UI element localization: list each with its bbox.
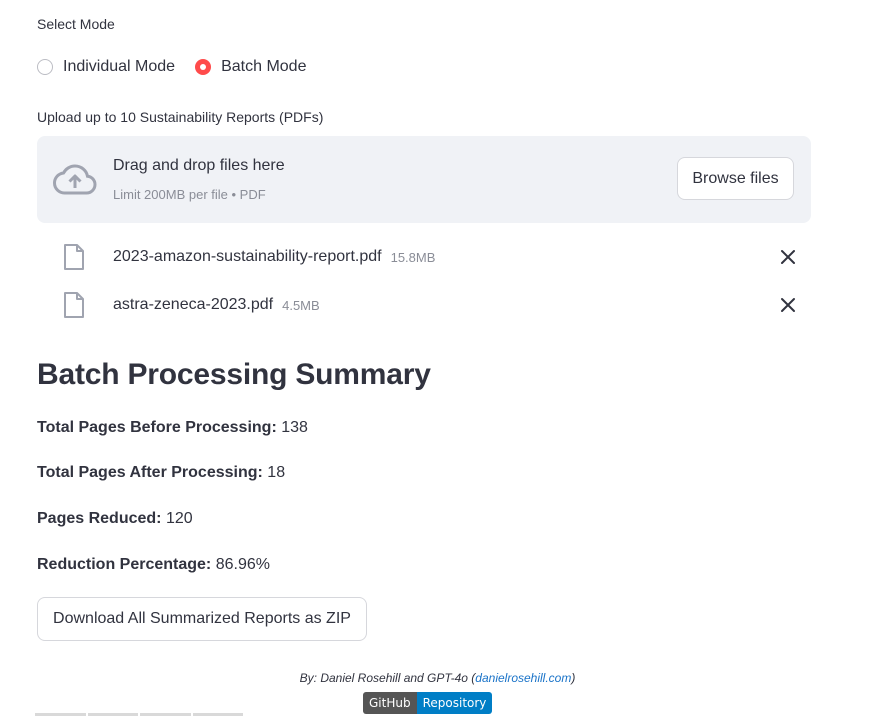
website-link[interactable]: danielrosehill.com [475,671,571,685]
uploaded-file-row: astra-zeneca-2023.pdf 4.5MB [62,290,798,320]
stat-value: 120 [165,510,193,527]
uploaded-file-row: 2023-amazon-sustainability-report.pdf 15… [62,242,798,272]
stat-reduction-percentage: Reduction Percentage: 86.96% [37,556,270,574]
radio-unselected-icon [37,59,53,75]
stat-label: Total Pages After Processing: [37,464,263,481]
file-icon [64,292,84,318]
radio-label: Individual Mode [63,58,176,75]
file-name: astra-zeneca-2023.pdf [113,296,274,313]
dropzone-limit: Limit 200MB per file • PDF [113,187,266,202]
stat-value: 18 [267,464,286,481]
file-size: 15.8MB [390,249,436,265]
radio-individual-mode[interactable]: Individual Mode [37,58,175,76]
stat-label: Reduction Percentage: [37,556,212,573]
file-dropzone[interactable]: Drag and drop files here Limit 200MB per… [37,136,811,223]
summary-heading: Batch Processing Summary [37,358,431,391]
remove-file-close-icon[interactable] [778,295,798,315]
stat-value: 86.96% [215,556,270,573]
cloud-upload-icon [53,164,97,195]
radio-selected-icon [195,59,212,75]
stat-label: Pages Reduced: [37,510,162,527]
file-name: 2023-amazon-sustainability-report.pdf [113,248,382,265]
mode-label: Select Mode [37,16,115,32]
stat-pages-before: Total Pages Before Processing: 138 [37,419,308,437]
stat-pages-reduced: Pages Reduced: 120 [37,510,193,528]
badge-right: Repository [416,692,493,714]
remove-file-close-icon[interactable] [778,247,798,267]
stat-value: 138 [281,419,308,436]
byline-close: ) [571,671,576,685]
badge-left: GitHub [363,692,417,714]
radio-batch-mode[interactable]: Batch Mode [195,58,306,76]
stat-label: Total Pages Before Processing: [37,419,277,436]
dropzone-title: Drag and drop files here [113,157,285,174]
footer-byline: By: Daniel Rosehill and GPT-4o (danielro… [0,671,875,685]
file-size: 4.5MB [282,297,320,313]
uploader-label: Upload up to 10 Sustainability Reports (… [37,109,324,125]
stat-pages-after: Total Pages After Processing: 18 [37,464,285,482]
mode-radio-group: Individual Mode Batch Mode [37,56,326,78]
github-repository-badge[interactable]: GitHub Repository [363,692,493,714]
file-icon [64,244,84,270]
download-zip-button[interactable]: Download All Summarized Reports as ZIP [37,597,367,641]
radio-label: Batch Mode [221,58,307,75]
browse-files-button[interactable]: Browse files [677,157,794,200]
byline-text: By: Daniel Rosehill and GPT-4o ( [299,671,476,685]
